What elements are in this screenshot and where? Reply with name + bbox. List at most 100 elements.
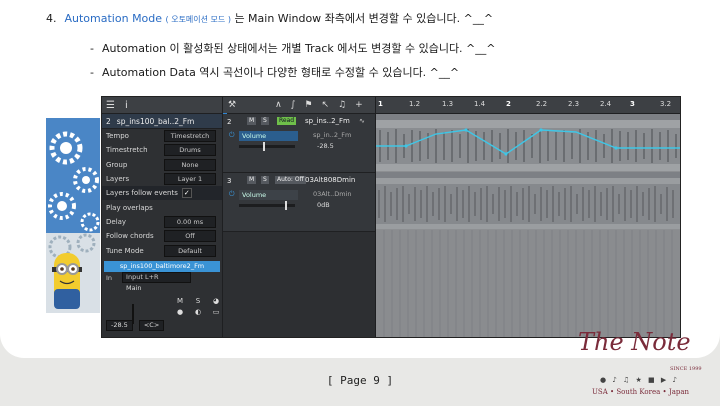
waveform xyxy=(376,128,680,164)
track-lane[interactable] xyxy=(376,172,680,229)
the-note-logo: The Note SINCE 1999 ● ♪ ♫ ★ ■ ▶ ♪ USA • … xyxy=(578,328,708,400)
bullet-1-text: Automation 이 활성화된 상태에서는 개별 Track 에서도 변경할… xyxy=(101,42,496,55)
row-value[interactable]: Layer 1 xyxy=(164,173,216,186)
in-label: In xyxy=(106,273,113,282)
ruler-label: 3 xyxy=(630,100,635,108)
logo-icons: ● ♪ ♫ ★ ■ ▶ ♪ xyxy=(600,376,679,384)
solo-button[interactable]: S xyxy=(261,176,269,184)
channel-input: In Input L+R xyxy=(102,272,222,284)
main-label: Main xyxy=(126,283,142,292)
arrange-view: 1 1.2 1.3 1.4 2 2.2 2.3 2.4 3 3.2 xyxy=(376,97,680,337)
inspector-panel: ☰ i 2 sp_ins100_bal..2_Fm Tempo Timestret… xyxy=(102,97,223,337)
track-toolbar: ⚒ ∧ ∫ ⚑ ↖ ♫ + xyxy=(223,97,375,114)
inspector-row: Group None xyxy=(102,158,222,172)
track-name: 03Alt808Dmin xyxy=(305,176,356,184)
ruler-label: 2.4 xyxy=(600,100,612,108)
waveform-icon: ∿ xyxy=(359,117,365,125)
daw-screenshot: ☰ i 2 sp_ins100_bal..2_Fm Tempo Timestret… xyxy=(101,96,681,338)
step-4-text: 는 Main Window 좌측에서 변경할 수 있습니다. ^__^ xyxy=(234,12,494,25)
logo-since: SINCE 1999 xyxy=(670,366,702,372)
row-value[interactable]: Default xyxy=(164,244,216,257)
ruler-label: 1.4 xyxy=(474,100,486,108)
pointer-icon[interactable]: ↖ xyxy=(321,100,329,110)
mute-button[interactable]: M xyxy=(172,297,188,305)
menu-icon[interactable]: ☰ xyxy=(106,100,115,111)
ruler-label: 2.3 xyxy=(568,100,580,108)
automation-mode-korean: ( 오토메이션 모드 ) xyxy=(165,15,231,24)
automation-icon[interactable]: ∧ xyxy=(275,100,282,110)
logo-tagline: USA • South Korea • Japan xyxy=(592,388,690,396)
power-icon[interactable]: ⏻ xyxy=(229,131,235,140)
channel-readouts: -28.5 <C> xyxy=(106,320,165,331)
solo-button[interactable]: S xyxy=(190,297,206,305)
channel-buttons: M S ◕ ● ◐ ▭ xyxy=(172,297,224,316)
row-value[interactable]: 0.00 ms xyxy=(164,215,216,228)
inspector-row: Play overlaps xyxy=(102,200,222,214)
row-label: Tempo xyxy=(106,132,129,141)
track-value: 0dB xyxy=(317,201,330,209)
bullet-1: - Automation 이 활성화된 상태에서는 개별 Track 에서도 변경… xyxy=(90,40,496,56)
track-name: sp_ins..2_Fm xyxy=(305,117,350,125)
row-label: Delay xyxy=(106,217,127,226)
track-row[interactable]: 3 M S Auto: Off 03Alt808Dmin ⏻ Volume 03… xyxy=(223,173,375,232)
layers-follow-checkbox[interactable]: ✓ xyxy=(181,188,192,199)
track-number: 2 xyxy=(227,118,232,126)
inspector-toolbar: ☰ i xyxy=(102,97,222,114)
track-slider[interactable] xyxy=(239,201,295,210)
pan-readout[interactable]: <C> xyxy=(138,320,165,331)
ruler-label: 1.2 xyxy=(409,100,421,108)
automation-mode-button[interactable]: Read xyxy=(277,117,297,125)
automation-param-select[interactable]: Volume xyxy=(239,190,298,200)
info-icon[interactable]: i xyxy=(125,100,128,111)
automation-param-select[interactable]: Volume xyxy=(239,131,298,141)
row-value[interactable]: None xyxy=(164,158,216,171)
bullet-dash: - xyxy=(90,42,94,55)
ruler-label: 3.2 xyxy=(660,100,672,108)
inspector-row: Tempo Timestretch xyxy=(102,129,222,143)
row-value[interactable]: Off xyxy=(164,230,216,243)
music-icon[interactable]: ♫ xyxy=(338,100,346,110)
wrench-icon[interactable]: ⚒ xyxy=(228,100,236,110)
flag-icon[interactable]: ⚑ xyxy=(304,100,312,110)
inspector-track-number: 2 xyxy=(106,116,111,126)
ruler-label: 2.2 xyxy=(536,100,548,108)
empty-arrange-area[interactable] xyxy=(376,230,680,337)
solo-button[interactable]: S xyxy=(261,117,269,125)
add-track-icon[interactable]: + xyxy=(355,100,363,110)
inspector-track-name: sp_ins100_bal..2_Fm xyxy=(116,116,195,126)
row-label: Timestretch xyxy=(106,146,148,155)
inspector-track-title: 2 sp_ins100_bal..2_Fm xyxy=(102,114,222,129)
curve-icon[interactable]: ∫ xyxy=(291,100,296,110)
row-value[interactable]: Drums xyxy=(164,144,216,157)
monitor-icon[interactable]: ◐ xyxy=(190,308,206,316)
bullet-2: - Automation Data 역시 곡선이나 다양한 형태로 수정할 수 있… xyxy=(90,64,459,80)
row-label: Follow chords xyxy=(106,232,154,241)
row-label: Layers follow events xyxy=(106,189,178,198)
waveform xyxy=(376,184,680,224)
speaker-icon[interactable]: ◕ xyxy=(208,297,224,305)
volume-readout[interactable]: -28.5 xyxy=(106,320,133,331)
step-4-line: 4. Automation Mode ( 오토메이션 모드 ) 는 Main Wi… xyxy=(46,10,493,26)
track-row[interactable]: 2 M S Read sp_ins..2_Fm ∿ ⏻ Volume sp_in… xyxy=(223,114,375,173)
timeline-ruler[interactable]: 1 1.2 1.3 1.4 2 2.2 2.3 2.4 3 3.2 xyxy=(376,97,680,114)
input-select[interactable]: Input L+R xyxy=(122,272,192,284)
inspector-row: Delay 0.00 ms xyxy=(102,215,222,229)
power-icon[interactable]: ⏻ xyxy=(229,190,235,199)
automation-mode-button[interactable]: Auto: Off xyxy=(275,176,306,184)
toggle-icon[interactable]: ▭ xyxy=(208,308,224,316)
ruler-label: 1.3 xyxy=(442,100,454,108)
ruler-label: 2 xyxy=(506,100,511,108)
track-slider[interactable] xyxy=(239,142,295,151)
mute-button[interactable]: M xyxy=(247,176,257,184)
record-icon[interactable]: ● xyxy=(172,308,188,316)
track-value: -28.5 xyxy=(317,142,334,150)
inspector-row: Timestretch Drums xyxy=(102,143,222,157)
step-number: 4. xyxy=(46,12,57,25)
row-label: Group xyxy=(106,160,128,169)
automation-mode-term: Automation Mode xyxy=(64,12,163,25)
channel-name: sp_ins100_baltimore2_Fm xyxy=(104,260,220,272)
inspector-row: Layers Layer 1 xyxy=(102,172,222,186)
mute-button[interactable]: M xyxy=(247,117,257,125)
track-lane[interactable] xyxy=(376,114,680,171)
row-value[interactable]: Timestretch xyxy=(164,130,216,143)
